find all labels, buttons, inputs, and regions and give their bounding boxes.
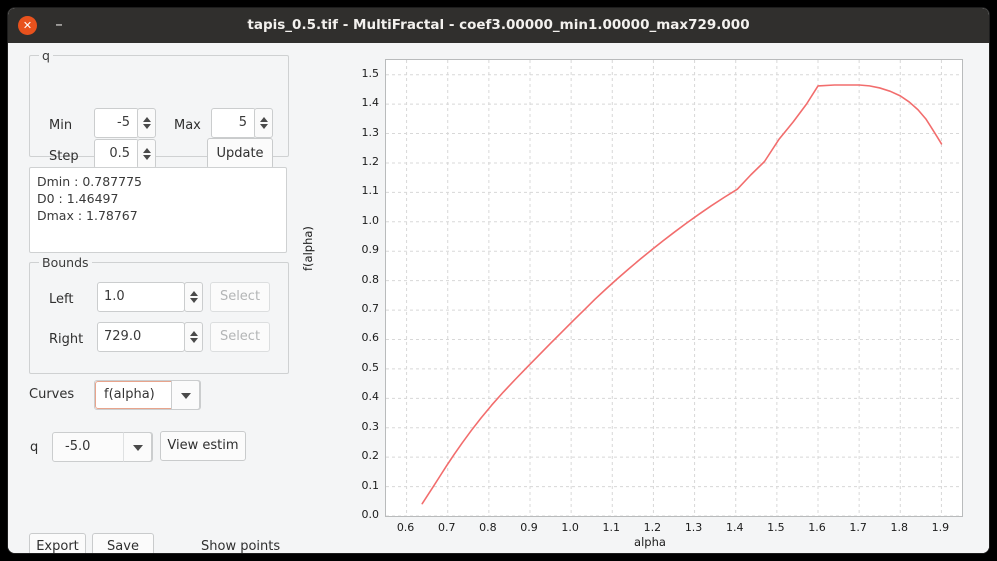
right-bound-input[interactable]: 729.0 <box>97 322 185 352</box>
y-tick-label: 0.4 <box>345 390 379 403</box>
x-tick-label: 1.9 <box>920 521 960 534</box>
window-content: q Min -5 Max 5 Step 0.5 <box>8 43 989 553</box>
q-select-value: -5.0 <box>53 433 90 461</box>
x-tick-label: 0.6 <box>386 521 426 534</box>
x-tick-label: 1.0 <box>550 521 590 534</box>
y-tick-label: 1.2 <box>345 155 379 168</box>
y-tick-label: 0.6 <box>345 331 379 344</box>
info-d0: D0 : 1.46497 <box>37 190 279 207</box>
y-tick-label: 1.3 <box>345 126 379 139</box>
window-title: tapis_0.5.tif - MultiFractal - coef3.000… <box>8 8 989 43</box>
q-max-value: 5 <box>212 109 255 137</box>
y-axis-label: f(alpha) <box>301 226 315 271</box>
y-tick-label: 1.1 <box>345 184 379 197</box>
y-tick-label: 0.3 <box>345 420 379 433</box>
x-tick-label: 1.7 <box>838 521 878 534</box>
y-tick-label: 0.2 <box>345 449 379 462</box>
bounds-groupbox: Bounds <box>29 262 289 374</box>
info-textbox[interactable]: Dmin : 0.787775 D0 : 1.46497 Dmax : 1.78… <box>29 167 287 253</box>
export-button[interactable]: Export <box>29 533 86 553</box>
right-bound-label: Right <box>49 331 83 349</box>
chevron-down-icon[interactable] <box>171 380 200 410</box>
app-window: ✕ – tapis_0.5.tif - MultiFractal - coef3… <box>8 8 989 553</box>
left-bound-input[interactable]: 1.0 <box>97 282 185 312</box>
x-tick-label: 1.6 <box>797 521 837 534</box>
info-dmin: Dmin : 0.787775 <box>37 173 279 190</box>
right-select-button[interactable]: Select <box>210 322 270 352</box>
step-label: Step <box>49 148 79 166</box>
plot-area[interactable] <box>385 59 963 517</box>
curves-label: Curves <box>29 386 74 404</box>
x-tick-label: 1.1 <box>591 521 631 534</box>
y-tick-label: 0.7 <box>345 302 379 315</box>
info-dmax: Dmax : 1.78767 <box>37 207 279 224</box>
x-tick-label: 0.7 <box>427 521 467 534</box>
x-tick-label: 1.4 <box>715 521 755 534</box>
min-label: Min <box>49 117 72 135</box>
stepper-down-icon[interactable] <box>190 338 198 343</box>
chart-panel: f(alpha) alpha 0.60.70.80.91.01.11.21.31… <box>311 43 989 553</box>
plot-svg <box>386 60 962 516</box>
update-button[interactable]: Update <box>207 138 273 169</box>
bounds-group-title: Bounds <box>39 255 92 270</box>
right-bound-value: 729.0 <box>98 323 184 351</box>
stepper-down-icon[interactable] <box>260 124 268 129</box>
q-min-value: -5 <box>95 109 138 137</box>
y-tick-label: 0.8 <box>345 273 379 286</box>
stepper-up-icon[interactable] <box>260 117 268 122</box>
q-min-input[interactable]: -5 <box>94 108 139 138</box>
stepper-down-icon[interactable] <box>143 124 151 129</box>
q-step-value: 0.5 <box>95 140 138 168</box>
x-tick-label: 1.5 <box>756 521 796 534</box>
chevron-down-icon[interactable] <box>123 432 152 462</box>
stepper-up-icon[interactable] <box>143 117 151 122</box>
y-tick-label: 0.9 <box>345 243 379 256</box>
stepper-down-icon[interactable] <box>143 155 151 160</box>
stepper-up-icon[interactable] <box>190 331 198 336</box>
view-estim-button[interactable]: View estim <box>160 431 246 461</box>
q-combobox[interactable]: -5.0 <box>52 432 153 462</box>
show-points-label: Show points <box>201 538 280 553</box>
save-button[interactable]: Save <box>92 533 154 553</box>
q-step-stepper[interactable] <box>137 139 156 169</box>
controls-panel: q Min -5 Max 5 Step 0.5 <box>8 43 311 553</box>
y-tick-label: 1.0 <box>345 214 379 227</box>
q-max-input[interactable]: 5 <box>211 108 256 138</box>
x-tick-label: 1.3 <box>674 521 714 534</box>
y-tick-label: 0.5 <box>345 361 379 374</box>
stepper-up-icon[interactable] <box>190 291 198 296</box>
q-min-stepper[interactable] <box>137 108 156 138</box>
y-tick-label: 1.5 <box>345 67 379 80</box>
x-tick-label: 0.9 <box>509 521 549 534</box>
x-axis-label: alpha <box>311 535 989 549</box>
right-bound-stepper[interactable] <box>184 322 203 352</box>
max-label: Max <box>174 117 201 135</box>
curves-value: f(alpha) <box>95 381 173 409</box>
left-bound-stepper[interactable] <box>184 282 203 312</box>
left-bound-label: Left <box>49 291 73 309</box>
q-step-input[interactable]: 0.5 <box>94 139 139 169</box>
stepper-down-icon[interactable] <box>190 298 198 303</box>
q-max-stepper[interactable] <box>254 108 273 138</box>
q-select-label: q <box>30 439 38 457</box>
title-bar: ✕ – tapis_0.5.tif - MultiFractal - coef3… <box>8 8 989 43</box>
y-tick-label: 0.1 <box>345 479 379 492</box>
y-tick-label: 1.4 <box>345 96 379 109</box>
x-tick-label: 1.8 <box>879 521 919 534</box>
stepper-up-icon[interactable] <box>143 148 151 153</box>
q-group-title: q <box>39 48 53 63</box>
left-select-button[interactable]: Select <box>210 282 270 312</box>
x-tick-label: 1.2 <box>632 521 672 534</box>
x-tick-label: 0.8 <box>468 521 508 534</box>
curves-combobox[interactable]: f(alpha) <box>94 380 201 410</box>
y-tick-label: 0.0 <box>345 508 379 521</box>
left-bound-value: 1.0 <box>98 283 184 311</box>
